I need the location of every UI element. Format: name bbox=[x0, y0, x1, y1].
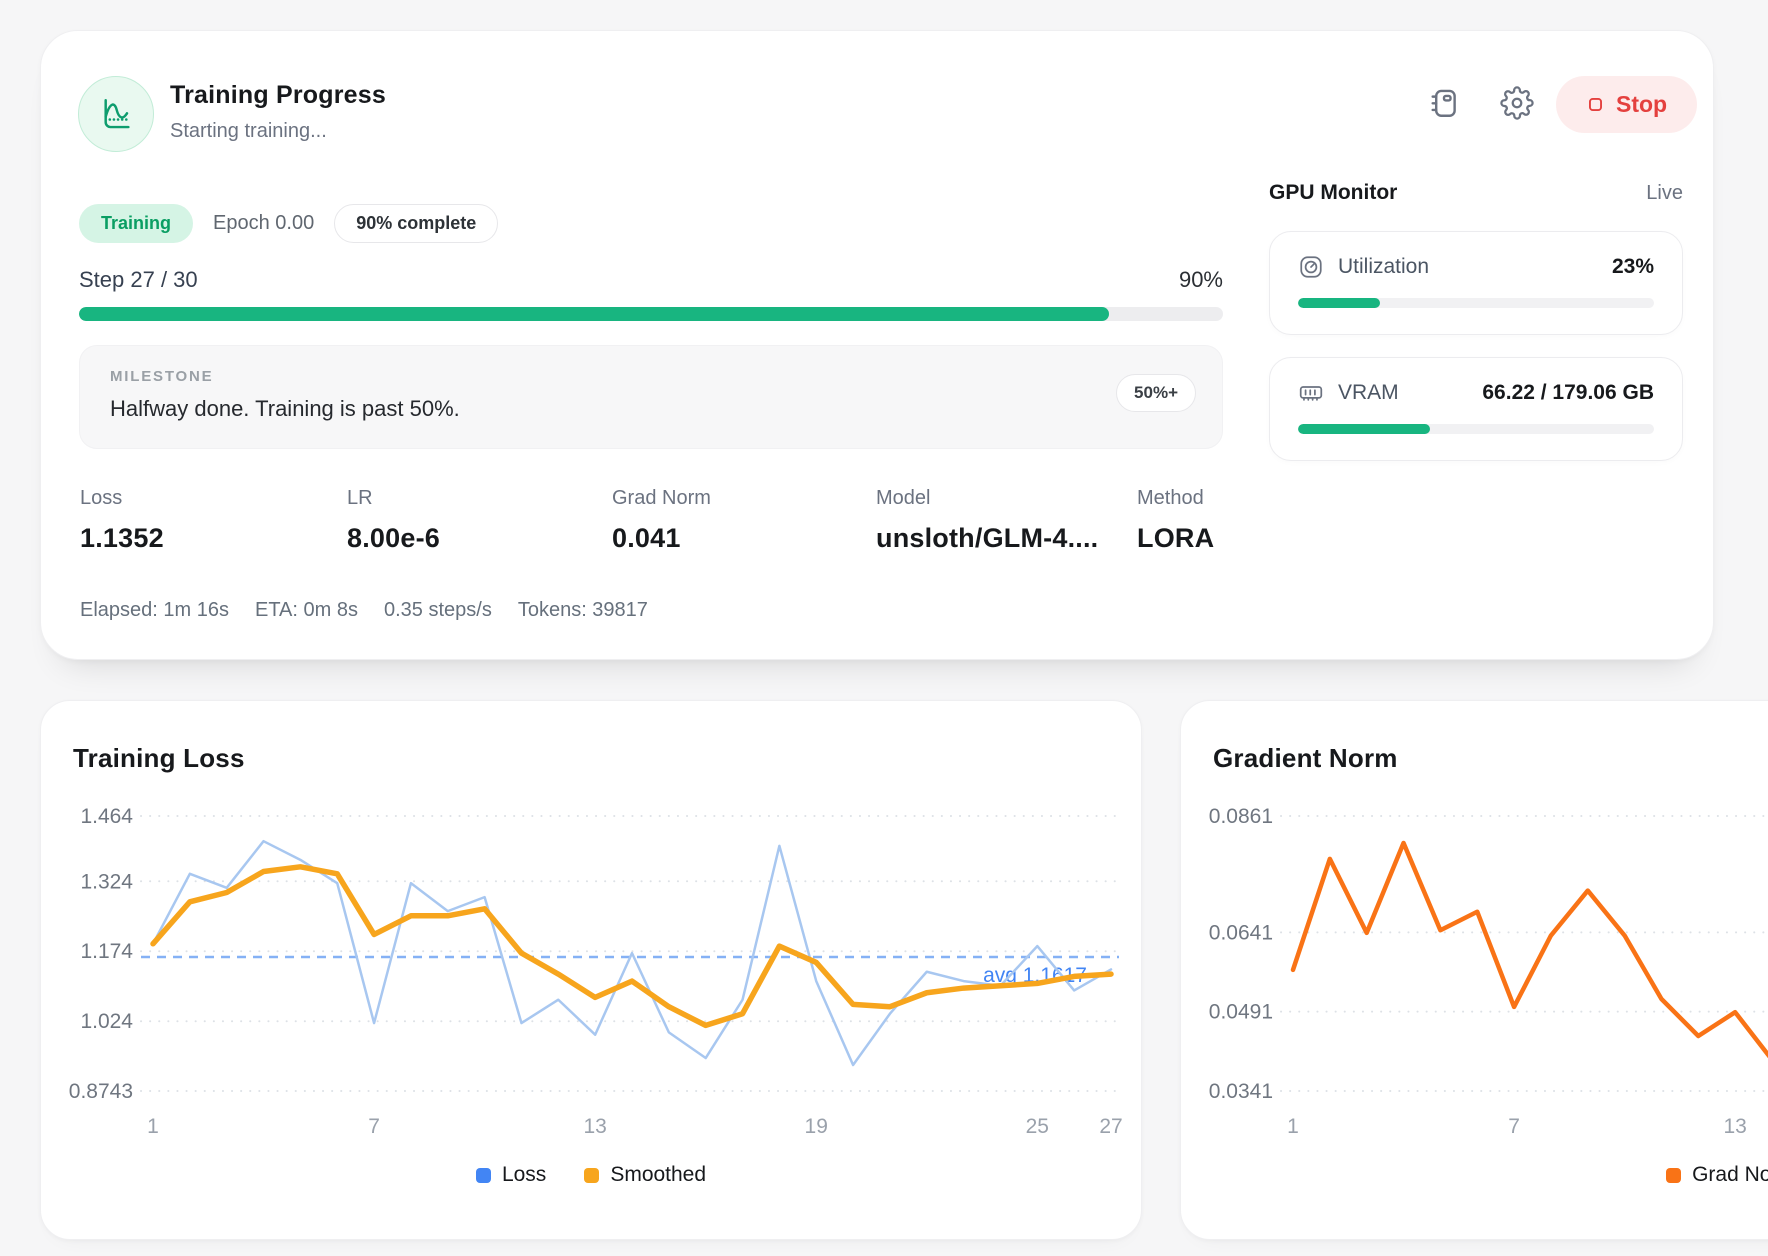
step-label: Step 27 / 30 bbox=[79, 267, 198, 293]
metric-grad-norm: Grad Norm 0.041 bbox=[612, 487, 711, 554]
svg-text:25: 25 bbox=[1026, 1115, 1049, 1138]
vram-value: 66.22 / 179.06 GB bbox=[1482, 381, 1654, 405]
svg-text:1: 1 bbox=[1287, 1115, 1299, 1138]
gpu-monitor-panel: GPU Monitor Live Utilization 23% bbox=[1269, 31, 1683, 659]
legend-swatch bbox=[476, 1168, 491, 1183]
metric-value: 0.041 bbox=[612, 523, 711, 554]
vram-label: VRAM bbox=[1338, 381, 1399, 405]
utilization-bar bbox=[1298, 298, 1654, 308]
utilization-value: 23% bbox=[1612, 255, 1654, 279]
training-loss-chart: 1.4641.3241.1741.0240.87431713192527avg … bbox=[41, 701, 1141, 1151]
metric-label: Grad Norm bbox=[612, 487, 711, 510]
metric-lr: LR 8.00e-6 bbox=[347, 487, 440, 554]
milestone-badge: 50%+ bbox=[1116, 374, 1196, 412]
metric-value: 8.00e-6 bbox=[347, 523, 440, 554]
vram-fill bbox=[1298, 424, 1430, 434]
gpu-utilization-card: Utilization 23% bbox=[1269, 231, 1683, 335]
vram-bar bbox=[1298, 424, 1654, 434]
svg-text:0.8743: 0.8743 bbox=[69, 1080, 133, 1103]
legend-label: Smoothed bbox=[610, 1163, 706, 1187]
utilization-fill bbox=[1298, 298, 1380, 308]
status-badge-row: Training Epoch 0.00 90% complete bbox=[79, 203, 498, 243]
svg-text:1.174: 1.174 bbox=[80, 940, 133, 963]
svg-text:1.324: 1.324 bbox=[80, 870, 133, 893]
svg-text:1: 1 bbox=[147, 1115, 159, 1138]
tokens-stat: Tokens: 39817 bbox=[518, 599, 648, 622]
training-progress-bar bbox=[79, 307, 1223, 321]
elapsed-stat: Elapsed: 1m 16s bbox=[80, 599, 229, 622]
gauge-icon bbox=[1298, 254, 1324, 280]
page-title: Training Progress bbox=[170, 81, 386, 110]
metric-value: unsloth/GLM-4.... bbox=[876, 523, 1098, 554]
legend-swatch bbox=[1666, 1168, 1681, 1183]
svg-text:19: 19 bbox=[805, 1115, 828, 1138]
svg-text:7: 7 bbox=[368, 1115, 380, 1138]
legend-label: Grad Norm bbox=[1692, 1163, 1768, 1187]
training-loss-card: Training Loss 1.4641.3241.1741.0240.8743… bbox=[40, 700, 1142, 1240]
svg-text:0.0341: 0.0341 bbox=[1209, 1080, 1273, 1103]
percent-complete-badge: 90% complete bbox=[334, 204, 498, 243]
metric-label: Method bbox=[1137, 487, 1214, 510]
metric-method: Method LORA bbox=[1137, 487, 1214, 554]
status-subtitle: Starting training... bbox=[170, 120, 327, 143]
milestone-label: MILESTONE bbox=[110, 368, 213, 385]
gpu-monitor-title: GPU Monitor bbox=[1269, 181, 1397, 205]
legend-item-loss[interactable]: Loss bbox=[476, 1163, 546, 1187]
milestone-text: Halfway done. Training is past 50%. bbox=[110, 396, 460, 422]
svg-text:13: 13 bbox=[583, 1115, 606, 1138]
gpu-monitor-header: GPU Monitor Live bbox=[1269, 181, 1683, 205]
svg-text:27: 27 bbox=[1099, 1115, 1122, 1138]
svg-text:0.0641: 0.0641 bbox=[1209, 921, 1273, 944]
legend-label: Loss bbox=[502, 1163, 546, 1187]
legend-item-grad-norm[interactable]: Grad Norm bbox=[1666, 1163, 1768, 1187]
training-status-badge: Training bbox=[79, 204, 193, 243]
metric-value: 1.1352 bbox=[80, 523, 164, 554]
steps-per-second-stat: 0.35 steps/s bbox=[384, 599, 492, 622]
eta-stat: ETA: 0m 8s bbox=[255, 599, 358, 622]
gpu-live-label: Live bbox=[1646, 182, 1683, 205]
metric-label: Model bbox=[876, 487, 1098, 510]
svg-text:1.024: 1.024 bbox=[80, 1010, 133, 1033]
milestone-panel: MILESTONE Halfway done. Training is past… bbox=[79, 345, 1223, 449]
legend-swatch bbox=[584, 1168, 599, 1183]
svg-text:13: 13 bbox=[1723, 1115, 1746, 1138]
epoch-label: Epoch 0.00 bbox=[213, 212, 314, 235]
ram-icon bbox=[1298, 380, 1324, 406]
gradient-norm-legend: Grad Norm bbox=[1181, 1163, 1768, 1187]
metric-loss: Loss 1.1352 bbox=[80, 487, 164, 554]
metric-label: Loss bbox=[80, 487, 164, 510]
gradient-norm-chart: 0.08610.06410.04910.03411713192527 bbox=[1181, 701, 1768, 1151]
progress-fill bbox=[79, 307, 1109, 321]
svg-text:0.0491: 0.0491 bbox=[1209, 1001, 1273, 1024]
runtime-stats-row: Elapsed: 1m 16s ETA: 0m 8s 0.35 steps/s … bbox=[80, 599, 648, 622]
svg-text:0.0861: 0.0861 bbox=[1209, 805, 1273, 828]
training-progress-card: Training Progress Starting training... S… bbox=[40, 30, 1714, 660]
training-loss-legend: Loss Smoothed bbox=[41, 1163, 1141, 1187]
metric-label: LR bbox=[347, 487, 440, 510]
svg-text:7: 7 bbox=[1508, 1115, 1520, 1138]
metric-model: Model unsloth/GLM-4.... bbox=[876, 487, 1098, 554]
progress-percent-label: 90% bbox=[1179, 267, 1223, 293]
metric-value: LORA bbox=[1137, 523, 1214, 554]
step-progress-row: Step 27 / 30 90% bbox=[79, 267, 1223, 293]
legend-item-smoothed[interactable]: Smoothed bbox=[584, 1163, 706, 1187]
gradient-norm-card: Gradient Norm 0.08610.06410.04910.034117… bbox=[1180, 700, 1768, 1240]
loss-curve-logo-icon bbox=[78, 76, 154, 152]
gpu-vram-card: VRAM 66.22 / 179.06 GB bbox=[1269, 357, 1683, 461]
svg-text:1.464: 1.464 bbox=[80, 805, 133, 828]
training-dashboard: { "header": { "title": "Training Progres… bbox=[0, 0, 1768, 1256]
utilization-label: Utilization bbox=[1338, 255, 1429, 279]
